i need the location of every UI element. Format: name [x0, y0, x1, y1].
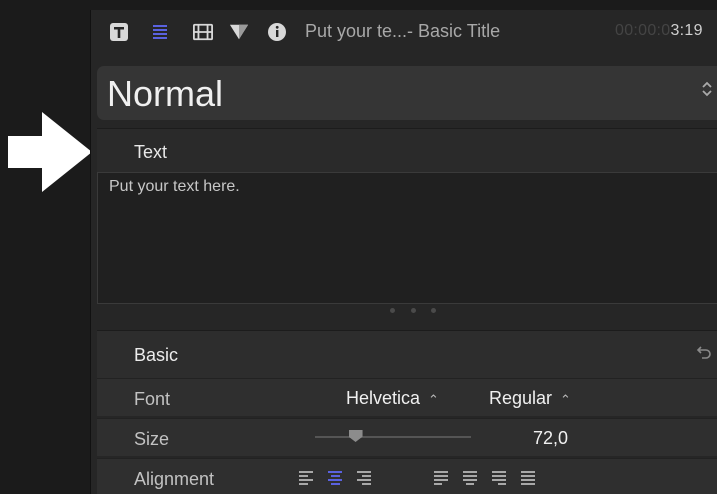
slider-thumb[interactable] [348, 430, 363, 442]
font-label: Font [134, 389, 171, 409]
justify-alignment-group [434, 471, 535, 485]
alignment-label: Alignment [134, 469, 215, 489]
inspector-toolbar: Put your te...- Basic Title 00:00:03:19 [91, 10, 717, 54]
basic-section-label: Basic [134, 345, 179, 365]
timecode: 00:00:03:19 [615, 22, 703, 40]
basic-section-header[interactable]: Basic [97, 330, 717, 378]
text-inspector-icon[interactable] [109, 22, 129, 42]
size-label: Size [134, 429, 170, 449]
chevron-updown-icon: ⌃ [560, 392, 571, 407]
pointer-arrow-icon [8, 112, 92, 192]
align-center-icon[interactable] [328, 471, 342, 485]
align-right-icon[interactable] [357, 471, 371, 485]
font-family-value: Helvetica [346, 388, 421, 408]
timecode-dim: 00:00:0 [615, 22, 671, 39]
text-alignment-group [299, 471, 371, 485]
align-left-icon[interactable] [299, 471, 313, 485]
size-row: Size 72,0 [97, 418, 717, 456]
chevron-updown-icon: ⌃ [428, 392, 439, 407]
font-style-value: Regular [489, 388, 553, 408]
film-icon[interactable] [193, 22, 213, 42]
reset-icon[interactable] [695, 343, 713, 367]
clip-title: Put your te...- Basic Title [305, 21, 501, 41]
size-slider[interactable] [315, 430, 471, 442]
justify-right-icon[interactable] [492, 471, 506, 485]
preset-dropdown[interactable]: Normal [97, 66, 717, 120]
justify-left-icon[interactable] [434, 471, 448, 485]
justify-full-icon[interactable] [521, 471, 535, 485]
resize-handle[interactable] [390, 304, 436, 316]
text-section-label: Text [134, 142, 168, 162]
preset-value: Normal [107, 73, 224, 114]
timecode-bright: 3:19 [670, 22, 703, 39]
font-row: Font Helvetica ⌃ Regular ⌃ [97, 378, 717, 416]
info-icon[interactable] [267, 22, 287, 42]
text-section-header[interactable]: Text [97, 128, 717, 172]
text-field-content: Put your text here. [109, 178, 240, 195]
text-field[interactable]: Put your text here. [97, 172, 717, 304]
alignment-row: Alignment [97, 458, 717, 494]
paragraph-icon[interactable] [150, 22, 170, 42]
font-family-dropdown[interactable]: Helvetica ⌃ [346, 388, 439, 409]
size-value[interactable]: 72,0 [533, 428, 568, 449]
inspector-panel: Put your te...- Basic Title 00:00:03:19 … [90, 10, 717, 494]
justify-center-icon[interactable] [463, 471, 477, 485]
triangle-icon[interactable] [229, 22, 249, 42]
font-style-dropdown[interactable]: Regular ⌃ [489, 388, 571, 409]
chevron-updown-icon [701, 80, 713, 103]
